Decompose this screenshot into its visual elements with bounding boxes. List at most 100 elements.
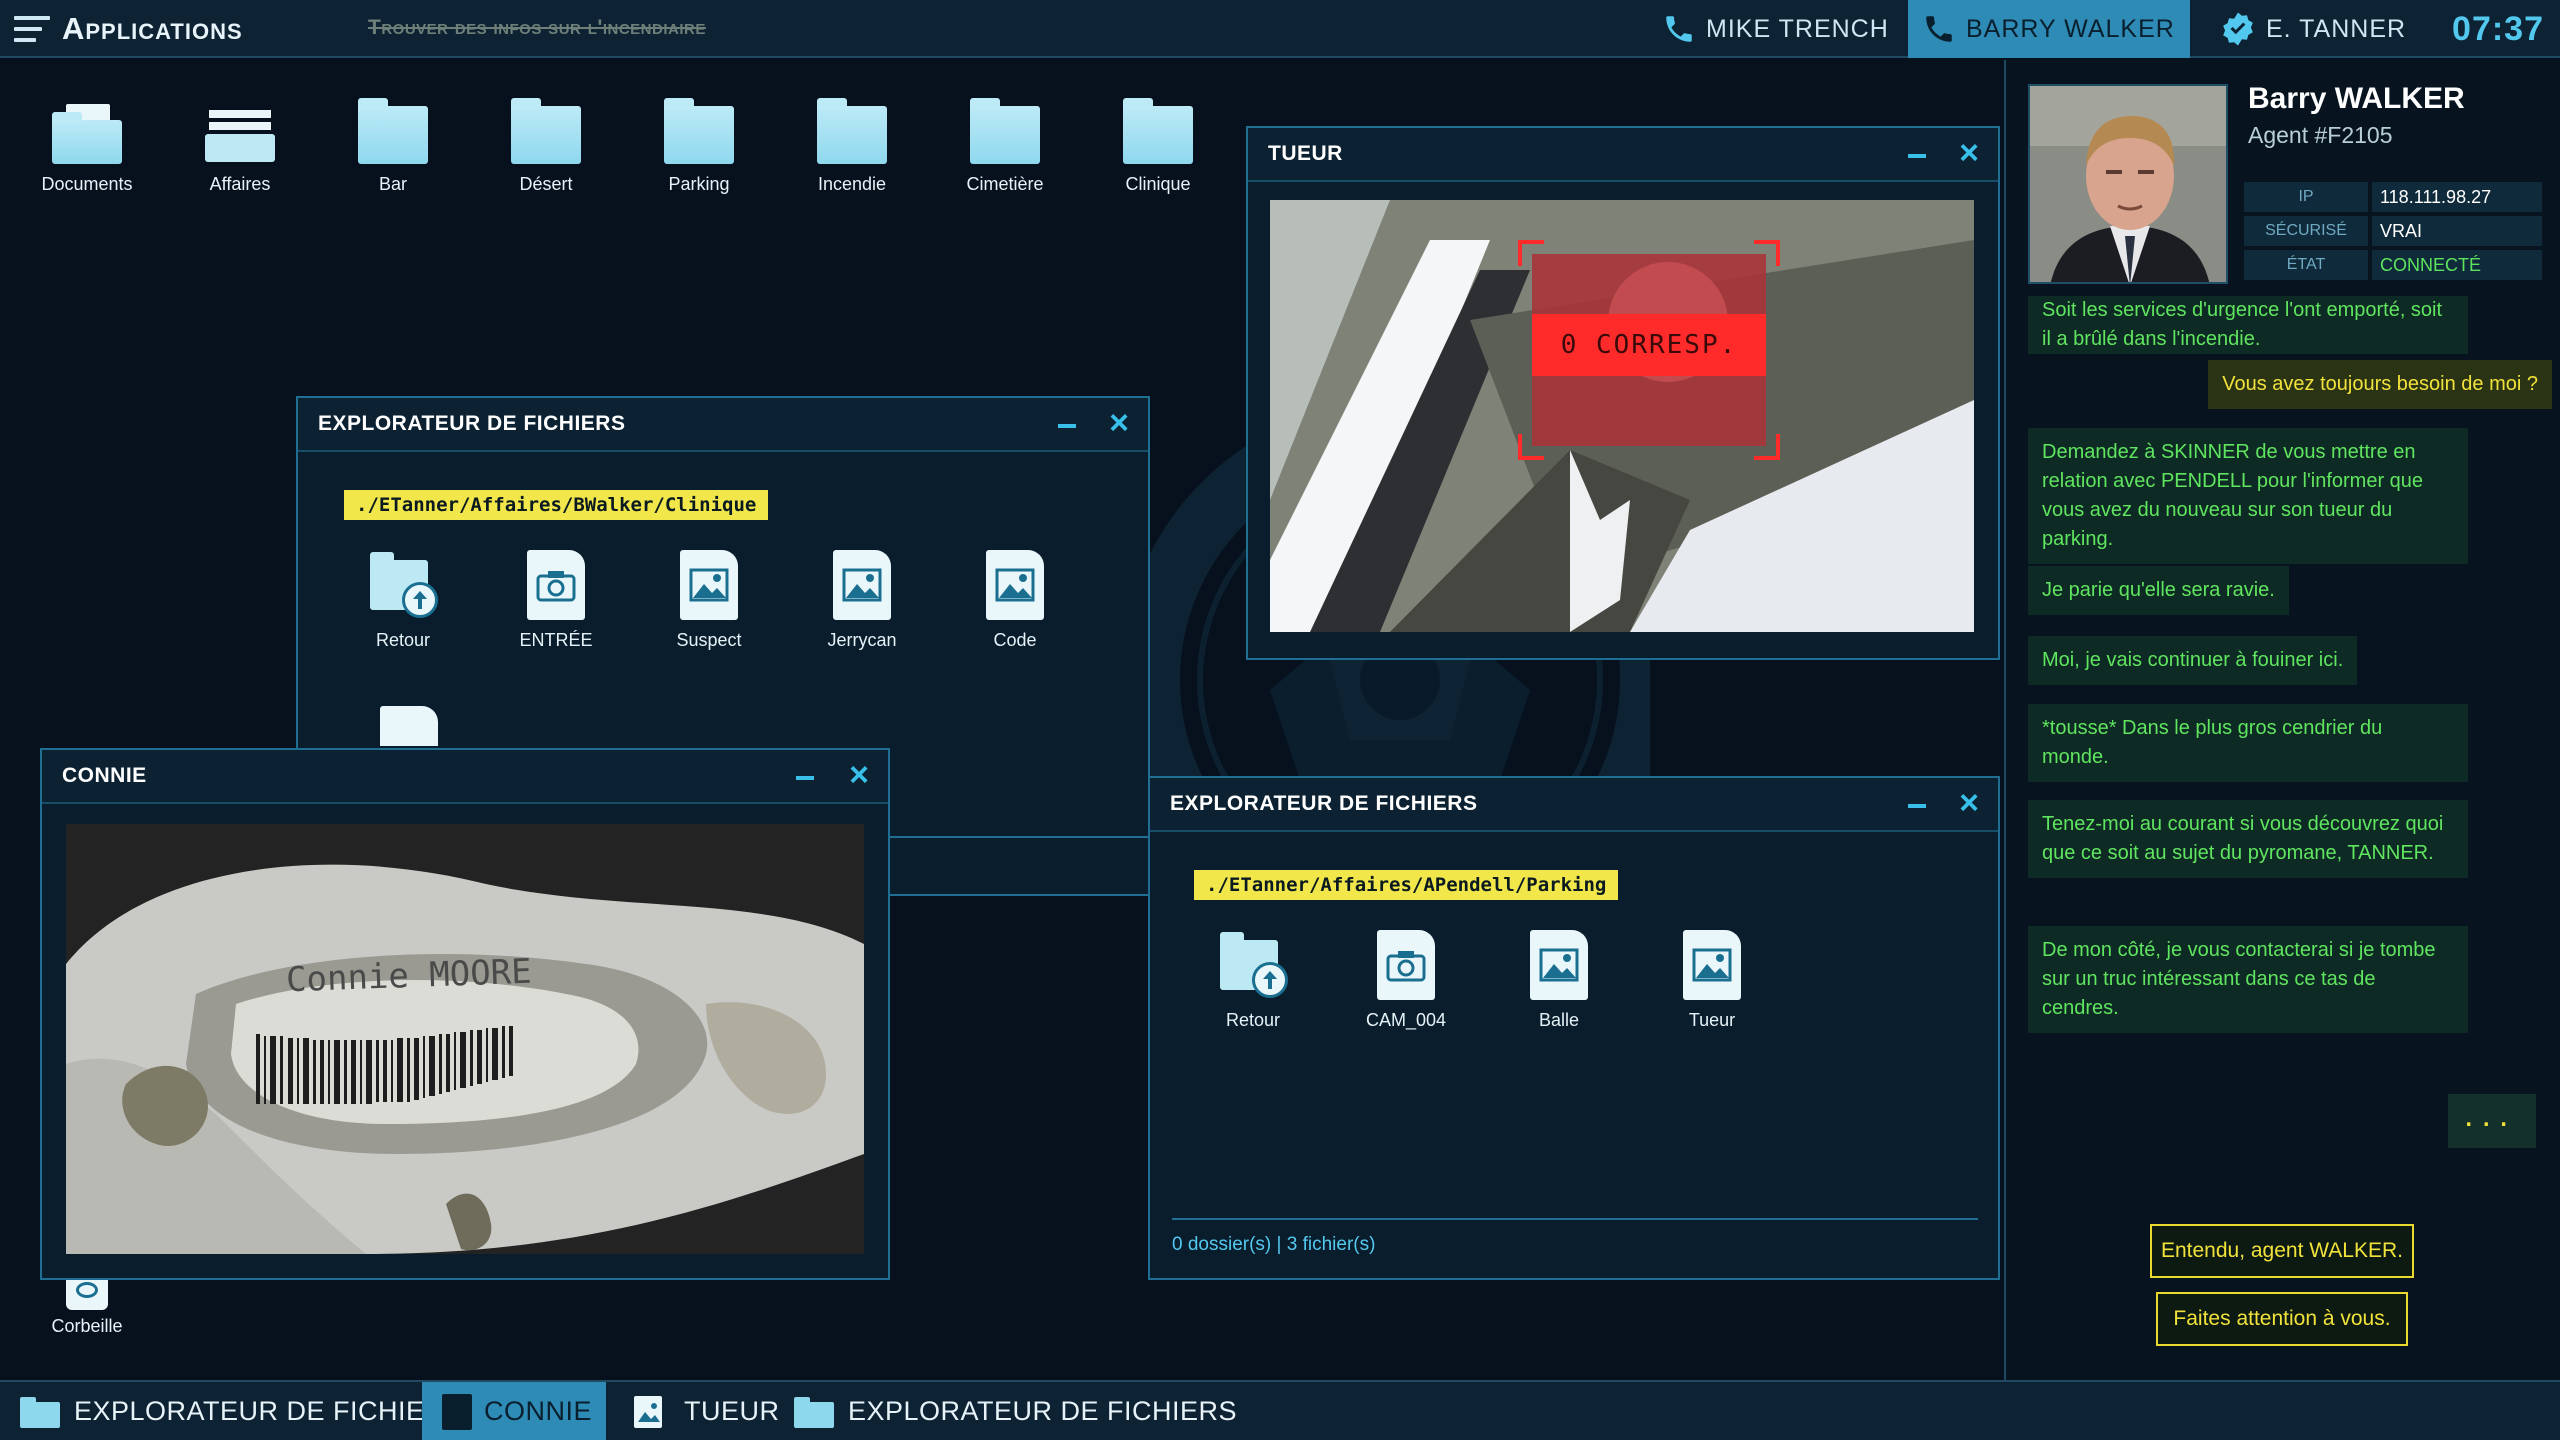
info-value: VRAI: [2372, 216, 2542, 246]
reply-option-take-care[interactable]: Faites attention à vous.: [2156, 1292, 2408, 1346]
info-key: IP: [2244, 182, 2368, 212]
image-file-icon: [1530, 930, 1588, 1000]
file-label: Balle: [1538, 1010, 1580, 1030]
contact-name: MIKE TRENCH: [1706, 14, 1889, 43]
close-button[interactable]: ×: [1102, 406, 1136, 440]
agent-message: Moi, je vais continuer à fouiner ici.: [2028, 636, 2358, 685]
minimize-button[interactable]: [1902, 138, 1932, 168]
message-text: Tenez-moi au courant si vous découvrez q…: [2042, 813, 2444, 864]
taskbar-label: TUEUR: [684, 1395, 780, 1426]
taskbar-item-explorer-1[interactable]: EXPLORATEUR DE FICHIERS: [6, 1382, 477, 1440]
minimize-button[interactable]: [1902, 788, 1932, 818]
agent-message: Soit les services d'urgence l'ont emport…: [2028, 296, 2468, 354]
message-text: *tousse* Dans le plus gros cendrier du m…: [2042, 717, 2383, 768]
desktop-icon-label: Incendie: [817, 174, 887, 194]
image-file-icon: [986, 550, 1044, 620]
file-code[interactable]: Code: [950, 550, 1080, 651]
file-jerrycan[interactable]: Jerrycan: [797, 550, 927, 651]
message-text: De mon côté, je vous contacterai si je t…: [2042, 939, 2436, 1019]
folder-status-text: 0 dossier(s) | 3 fichier(s): [1172, 1234, 1376, 1255]
window-titlebar[interactable]: CONNIE ×: [42, 750, 888, 804]
desktop-icon-documents[interactable]: Documents: [12, 100, 162, 195]
desktop-icon-affaires[interactable]: Affaires: [165, 100, 315, 195]
window-titlebar[interactable]: EXPLORATEUR DE FICHIERS ×: [298, 398, 1148, 452]
file-back[interactable]: Retour: [1188, 930, 1318, 1031]
window-title: EXPLORATEUR DE FICHIERS: [318, 412, 626, 435]
agent-name: Barry WALKER: [2248, 82, 2465, 115]
file-explorer-window-parking[interactable]: EXPLORATEUR DE FICHIERS × ./ETanner/Affa…: [1148, 776, 2000, 1280]
taskbar-label: EXPLORATEUR DE FICHIERS: [74, 1395, 464, 1426]
image-viewer-window-connie[interactable]: CONNIE × Connie MOORE: [40, 748, 890, 1280]
image-file-icon: [680, 550, 738, 620]
folder-icon: [358, 98, 428, 164]
file-label: Tueur: [1688, 1010, 1736, 1030]
file-balle[interactable]: Balle: [1494, 930, 1624, 1031]
minimize-button[interactable]: [790, 760, 820, 790]
file-entree[interactable]: ENTRÉE: [491, 550, 621, 651]
taskbar-label: EXPLORATEUR DE FICHIERS: [848, 1395, 1238, 1426]
desktop-icon-label: Documents: [41, 174, 133, 194]
agent-message: Demandez à SKINNER de vous mettre en rel…: [2028, 428, 2468, 564]
no-match-label: 0 CORRESP.: [1532, 314, 1766, 376]
window-titlebar[interactable]: EXPLORATEUR DE FICHIERS ×: [1150, 778, 1998, 832]
file-back[interactable]: Retour: [338, 550, 468, 651]
close-button[interactable]: ×: [1952, 786, 1986, 820]
top-bar: Applications Trouver des infos sur l'inc…: [0, 0, 2560, 58]
taskbar-label: CONNIE: [483, 1395, 592, 1426]
agent-profile: Barry WALKER Agent #F2105 IP 118.111.98.…: [2006, 60, 2560, 296]
image-file-icon: [833, 550, 891, 620]
message-text: Demandez à SKINNER de vous mettre en rel…: [2042, 441, 2424, 550]
ellipsis-icon: ...: [2464, 1096, 2517, 1134]
info-value: CONNECTÉ: [2372, 250, 2542, 280]
image-viewer-window-tueur[interactable]: TUEUR × 0 CORRESP.: [1246, 126, 2000, 660]
taskbar: EXPLORATEUR DE FICHIERS CONNIE TUEUR EXP…: [0, 1380, 2560, 1440]
file-suspect[interactable]: Suspect: [644, 550, 774, 651]
desktop-icon-label: Clinique: [1125, 174, 1191, 194]
agent-photo: [2028, 84, 2228, 284]
folder-icon: [664, 98, 734, 164]
taskbar-item-explorer-2[interactable]: EXPLORATEUR DE FICHIERS: [780, 1382, 1251, 1440]
file-label: Retour: [375, 630, 431, 650]
taskbar-item-connie[interactable]: CONNIE: [422, 1382, 606, 1440]
file-cam-004[interactable]: CAM_004: [1341, 930, 1471, 1031]
more-options-button[interactable]: ...: [2448, 1094, 2536, 1148]
phone-icon: [1926, 16, 1952, 42]
desktop-icon-incendie[interactable]: Incendie: [777, 98, 927, 195]
message-text: Vous avez toujours besoin de moi ?: [2222, 373, 2538, 395]
desktop-icon-bar[interactable]: Bar: [318, 98, 468, 195]
minimize-button[interactable]: [1052, 408, 1082, 438]
desktop-icon-desert[interactable]: Désert: [471, 98, 621, 195]
tag-name-text: Connie MOORE: [285, 951, 533, 1001]
desktop-icon-parking[interactable]: Parking: [624, 98, 774, 195]
reply-option-understood[interactable]: Entendu, agent WALKER.: [2150, 1224, 2414, 1278]
window-title: EXPLORATEUR DE FICHIERS: [1170, 792, 1478, 815]
objective-text: Trouver des infos sur l'incendiaire: [368, 16, 706, 39]
burnt-id-tag-photo: Connie MOORE: [66, 824, 864, 1254]
file-tueur[interactable]: Tueur: [1647, 930, 1777, 1031]
desktop-icon-cimetiere[interactable]: Cimetière: [930, 98, 1080, 195]
folder-icon: [817, 98, 887, 164]
contact-name: E. TANNER: [2266, 14, 2407, 43]
info-key: ÉTAT: [2244, 250, 2368, 280]
cases-tray-icon: [205, 100, 275, 164]
desktop-icon-corbeille[interactable]: Corbeille: [12, 1270, 162, 1337]
close-button[interactable]: ×: [1952, 136, 1986, 170]
taskbar-item-tueur[interactable]: TUEUR: [616, 1382, 794, 1440]
image-file-icon: [380, 706, 438, 746]
applications-menu-button[interactable]: Applications: [14, 10, 243, 48]
window-titlebar[interactable]: TUEUR ×: [1248, 128, 1998, 182]
contact-mike-trench[interactable]: MIKE TRENCH: [1648, 0, 1903, 58]
menu-icon: [14, 16, 50, 42]
chat-log[interactable]: Soit les services d'urgence l'ont emport…: [2006, 296, 2560, 1226]
desktop-icon-clinique[interactable]: Clinique: [1083, 98, 1233, 195]
folder-icon: [20, 1394, 60, 1428]
message-text: Soit les services d'urgence l'ont emport…: [2042, 299, 2443, 350]
close-button[interactable]: ×: [842, 758, 876, 792]
agent-message: De mon côté, je vous contacterai si je t…: [2028, 926, 2468, 1033]
contact-barry-walker[interactable]: BARRY WALKER: [1908, 0, 2190, 58]
info-row-state: ÉTAT CONNECTÉ: [2244, 250, 2542, 280]
folder-icon: [511, 98, 581, 164]
agent-message: Tenez-moi au courant si vous découvrez q…: [2028, 800, 2468, 878]
contact-e-tanner[interactable]: E. TANNER: [2206, 0, 2420, 58]
path-bar: ./ETanner/Affaires/BWalker/Clinique: [344, 490, 769, 520]
